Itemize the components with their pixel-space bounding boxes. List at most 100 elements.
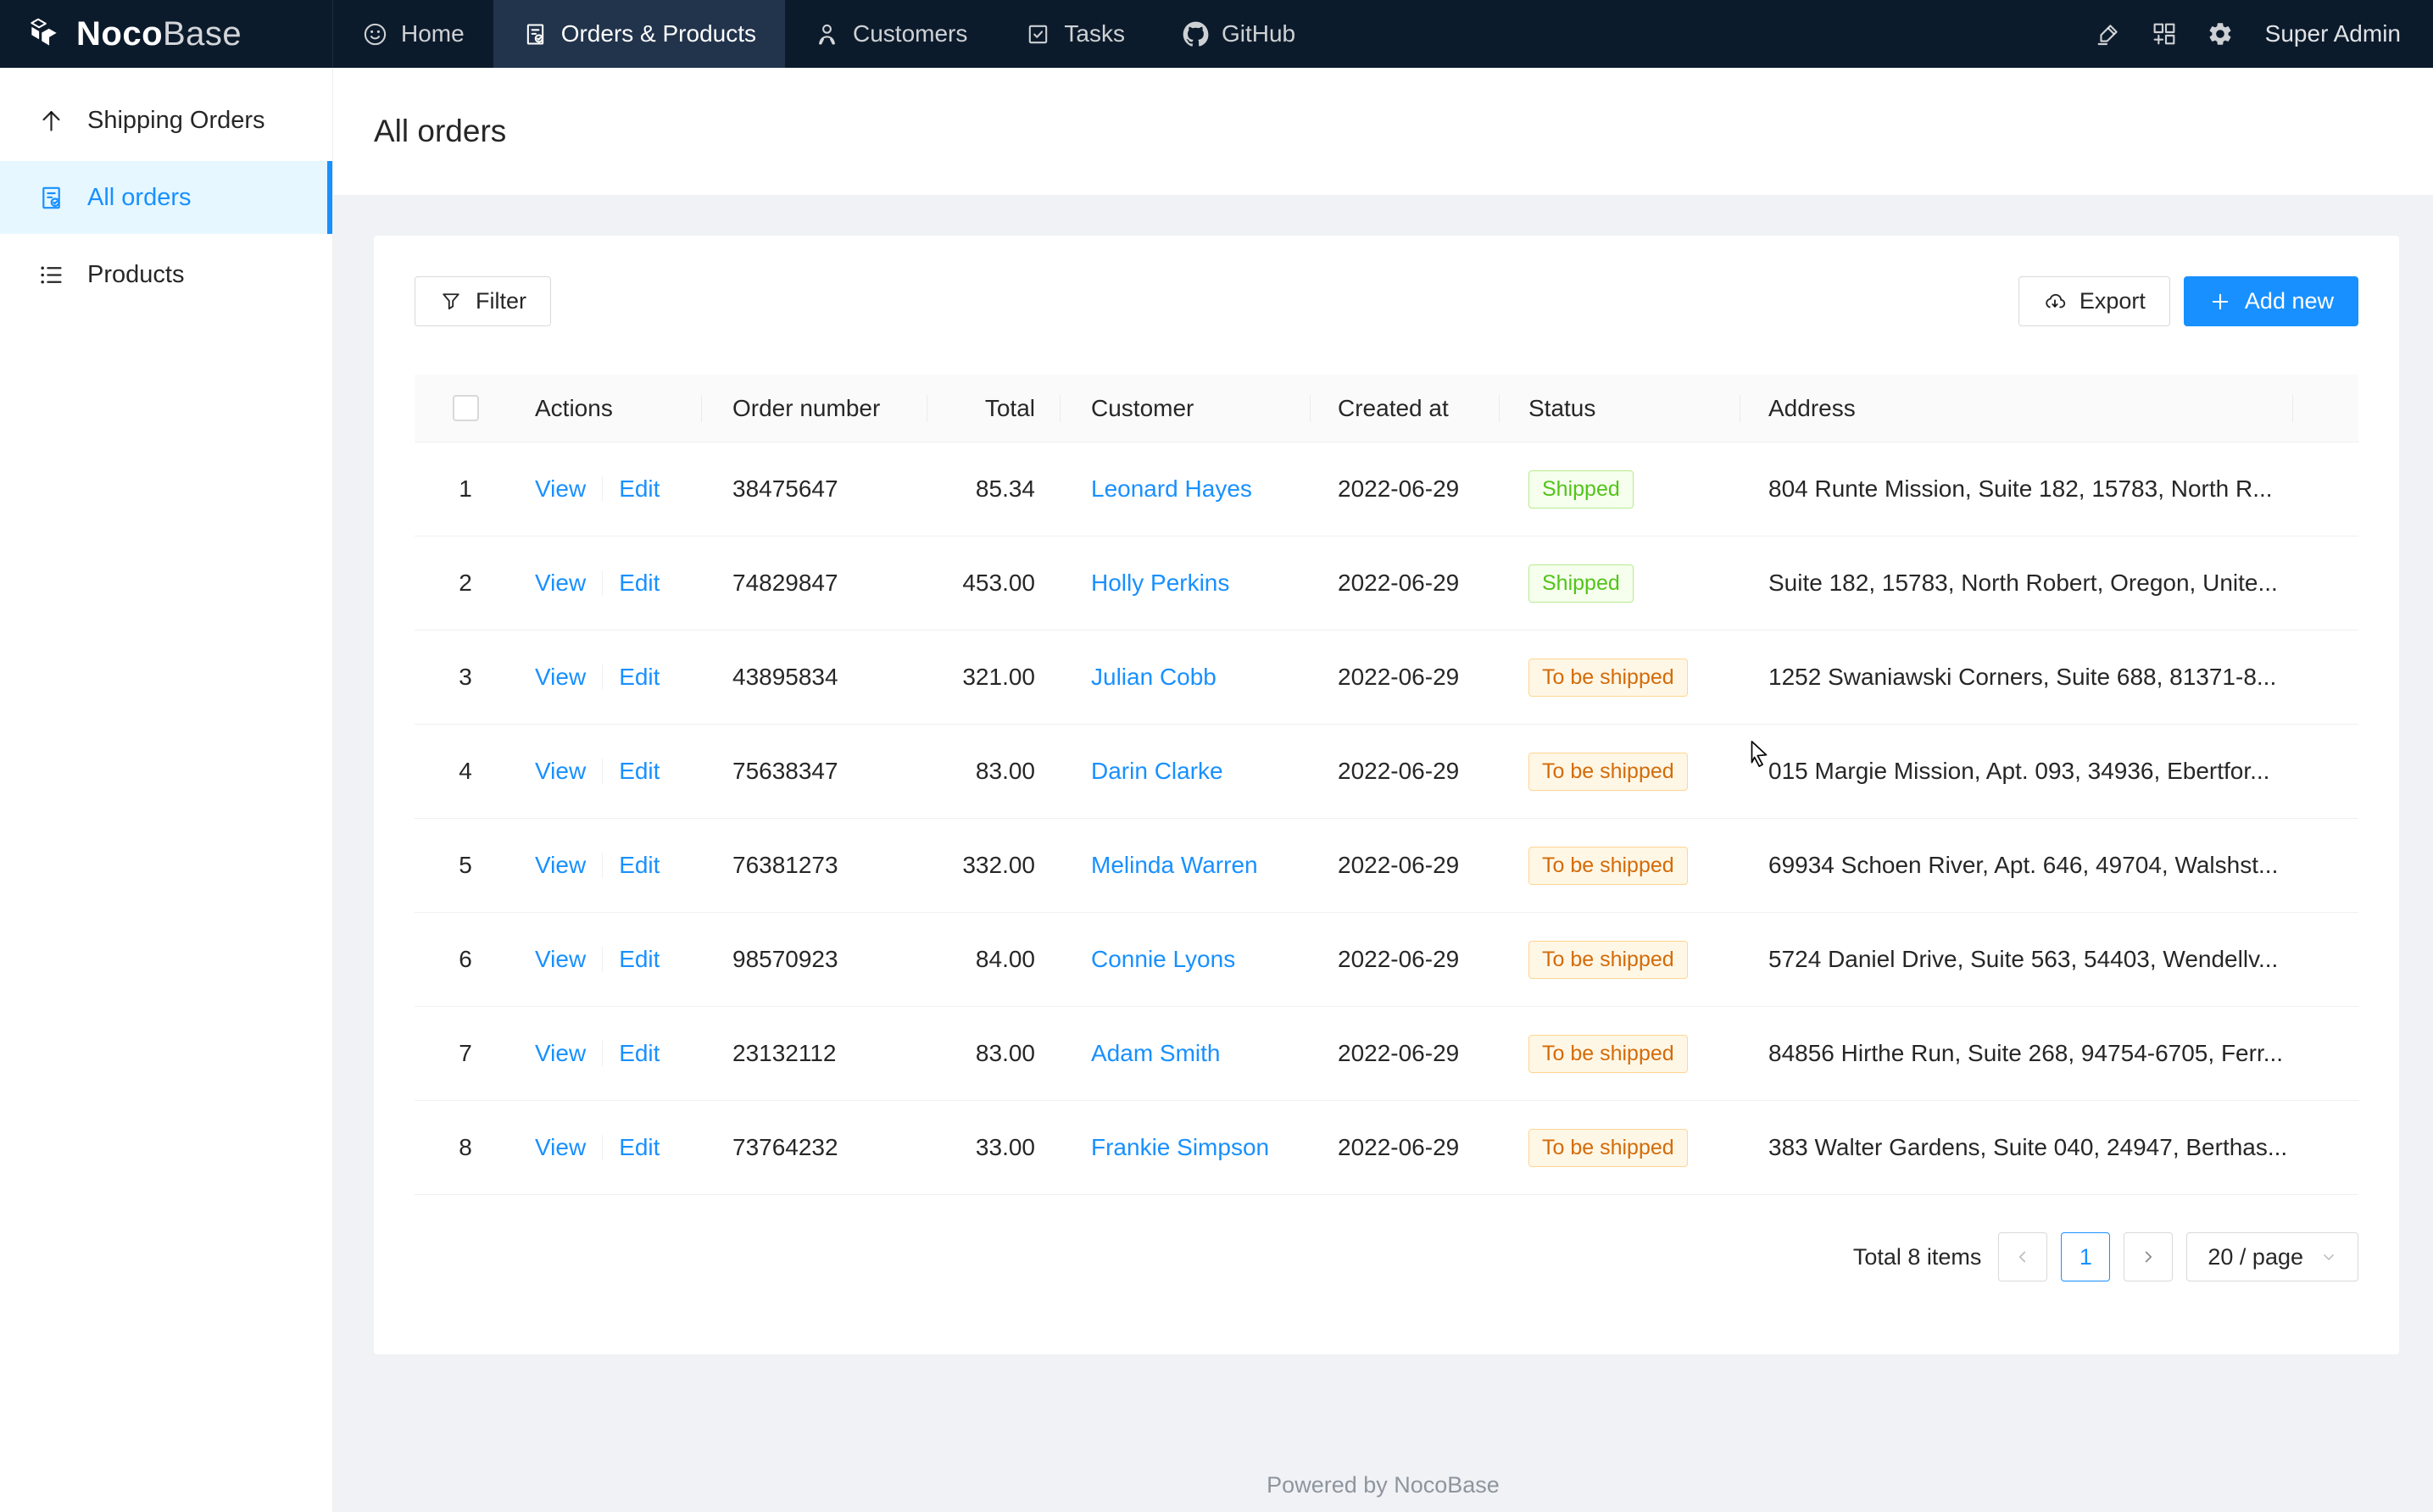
select-all-checkbox[interactable] <box>453 395 479 421</box>
view-link[interactable]: View <box>535 758 586 785</box>
customer-cell: Adam Smith <box>1061 1007 1311 1101</box>
status-cell: To be shipped <box>1500 913 1740 1007</box>
total-cell: 83.00 <box>927 1007 1061 1101</box>
settings-button[interactable] <box>2192 0 2248 68</box>
filter-button-label: Filter <box>476 288 526 314</box>
nav-item-label: Home <box>401 20 465 47</box>
customer-link[interactable]: Melinda Warren <box>1091 852 1258 879</box>
edit-link[interactable]: Edit <box>619 758 660 785</box>
view-link[interactable]: View <box>535 570 586 597</box>
export-button[interactable]: Export <box>2018 276 2170 326</box>
ui-editor-button[interactable] <box>2080 0 2136 68</box>
content-area: Filter Export <box>333 195 2433 1354</box>
status-cell: To be shipped <box>1500 631 1740 725</box>
edit-link[interactable]: Edit <box>619 852 660 879</box>
edit-link[interactable]: Edit <box>619 475 660 503</box>
sidebar-item-all-orders[interactable]: All orders <box>0 161 332 234</box>
edit-link[interactable]: Edit <box>619 1040 660 1067</box>
edit-link[interactable]: Edit <box>619 946 660 973</box>
status-badge: To be shipped <box>1528 1035 1688 1073</box>
sidebar-item-products[interactable]: Products <box>0 238 332 311</box>
view-link[interactable]: View <box>535 1134 586 1161</box>
table-toolbar: Filter Export <box>415 276 2358 326</box>
sidebar-item-label: All orders <box>87 184 192 212</box>
pagination-next-button[interactable] <box>2124 1232 2173 1281</box>
actions-divider <box>602 570 603 596</box>
nav-item-orders-products[interactable]: Orders & Products <box>493 0 785 68</box>
address-cell: 69934 Schoen River, Apt. 646, 49704, Wal… <box>1740 819 2293 913</box>
created-at-cell: 2022-06-29 <box>1311 631 1500 725</box>
created-at-cell: 2022-06-29 <box>1311 1007 1500 1101</box>
plugin-button[interactable] <box>2136 0 2192 68</box>
customer-cell: Melinda Warren <box>1061 819 1311 913</box>
actions-divider <box>602 759 603 784</box>
page-title: All orders <box>374 114 506 149</box>
nav-item-github[interactable]: GitHub <box>1154 0 1324 68</box>
customer-cell: Darin Clarke <box>1061 725 1311 819</box>
total-cell: 33.00 <box>927 1101 1061 1195</box>
customer-link[interactable]: Adam Smith <box>1091 1040 1221 1067</box>
powered-by-link[interactable]: Powered by NocoBase <box>333 1472 2433 1498</box>
view-link[interactable]: View <box>535 475 586 503</box>
status-badge: Shipped <box>1528 470 1634 509</box>
row-spacer-cell <box>2293 442 2358 536</box>
chevron-down-icon <box>2320 1248 2337 1265</box>
plus-icon <box>2208 290 2232 314</box>
customer-cell: Leonard Hayes <box>1061 442 1311 536</box>
edit-link[interactable]: Edit <box>619 1134 660 1161</box>
customer-cell: Frankie Simpson <box>1061 1101 1311 1195</box>
pagination-page-1[interactable]: 1 <box>2061 1232 2110 1281</box>
view-link[interactable]: View <box>535 852 586 879</box>
actions-cell: View Edit <box>516 725 702 819</box>
customer-link[interactable]: Connie Lyons <box>1091 946 1235 973</box>
order-number-cell: 73764232 <box>702 1101 927 1195</box>
github-icon <box>1183 21 1209 47</box>
nav-item-tasks[interactable]: Tasks <box>996 0 1154 68</box>
user-menu[interactable]: Super Admin <box>2265 20 2401 47</box>
row-index: 4 <box>415 725 516 819</box>
customer-link[interactable]: Darin Clarke <box>1091 758 1223 785</box>
address-cell: Suite 182, 15783, North Robert, Oregon, … <box>1740 536 2293 631</box>
nav-item-home[interactable]: Home <box>333 0 493 68</box>
view-link[interactable]: View <box>535 946 586 973</box>
nocobase-logo-icon <box>25 15 63 53</box>
actions-cell: View Edit <box>516 819 702 913</box>
row-index: 7 <box>415 1007 516 1101</box>
status-badge: Shipped <box>1528 564 1634 603</box>
sidebar: Shipping Orders All orders Products <box>0 68 333 1512</box>
status-badge: To be shipped <box>1528 753 1688 791</box>
actions-divider <box>602 947 603 972</box>
customer-link[interactable]: Leonard Hayes <box>1091 475 1252 503</box>
total-cell: 453.00 <box>927 536 1061 631</box>
row-spacer-cell <box>2293 1007 2358 1101</box>
customer-link[interactable]: Holly Perkins <box>1091 570 1229 597</box>
pagination-prev-button[interactable] <box>1998 1232 2047 1281</box>
table-header-select <box>415 375 516 442</box>
edit-link[interactable]: Edit <box>619 570 660 597</box>
page-size-select[interactable]: 20 / page <box>2186 1232 2358 1281</box>
table-header-customer: Customer <box>1061 375 1311 442</box>
brand-text-bold: Noco <box>76 15 163 53</box>
actions-cell: View Edit <box>516 631 702 725</box>
nav-item-customers[interactable]: Customers <box>785 0 996 68</box>
nav-item-label: Orders & Products <box>561 20 756 47</box>
view-link[interactable]: View <box>535 1040 586 1067</box>
sidebar-item-shipping-orders[interactable]: Shipping Orders <box>0 84 332 157</box>
app-logo[interactable]: NocoBase <box>0 0 333 68</box>
address-cell: 1252 Swaniawski Corners, Suite 688, 8137… <box>1740 631 2293 725</box>
created-at-cell: 2022-06-29 <box>1311 725 1500 819</box>
filter-button[interactable]: Filter <box>415 276 551 326</box>
customer-link[interactable]: Frankie Simpson <box>1091 1134 1269 1161</box>
add-new-button[interactable]: Add new <box>2184 276 2358 326</box>
row-spacer-cell <box>2293 631 2358 725</box>
view-link[interactable]: View <box>535 664 586 691</box>
created-at-cell: 2022-06-29 <box>1311 1101 1500 1195</box>
edit-link[interactable]: Edit <box>619 664 660 691</box>
order-number-cell: 38475647 <box>702 442 927 536</box>
order-number-cell: 74829847 <box>702 536 927 631</box>
sidebar-item-label: Products <box>87 261 184 289</box>
orders-card: Filter Export <box>374 236 2399 1354</box>
customer-link[interactable]: Julian Cobb <box>1091 664 1216 691</box>
row-spacer-cell <box>2293 725 2358 819</box>
address-cell: 015 Margie Mission, Apt. 093, 34936, Ebe… <box>1740 725 2293 819</box>
